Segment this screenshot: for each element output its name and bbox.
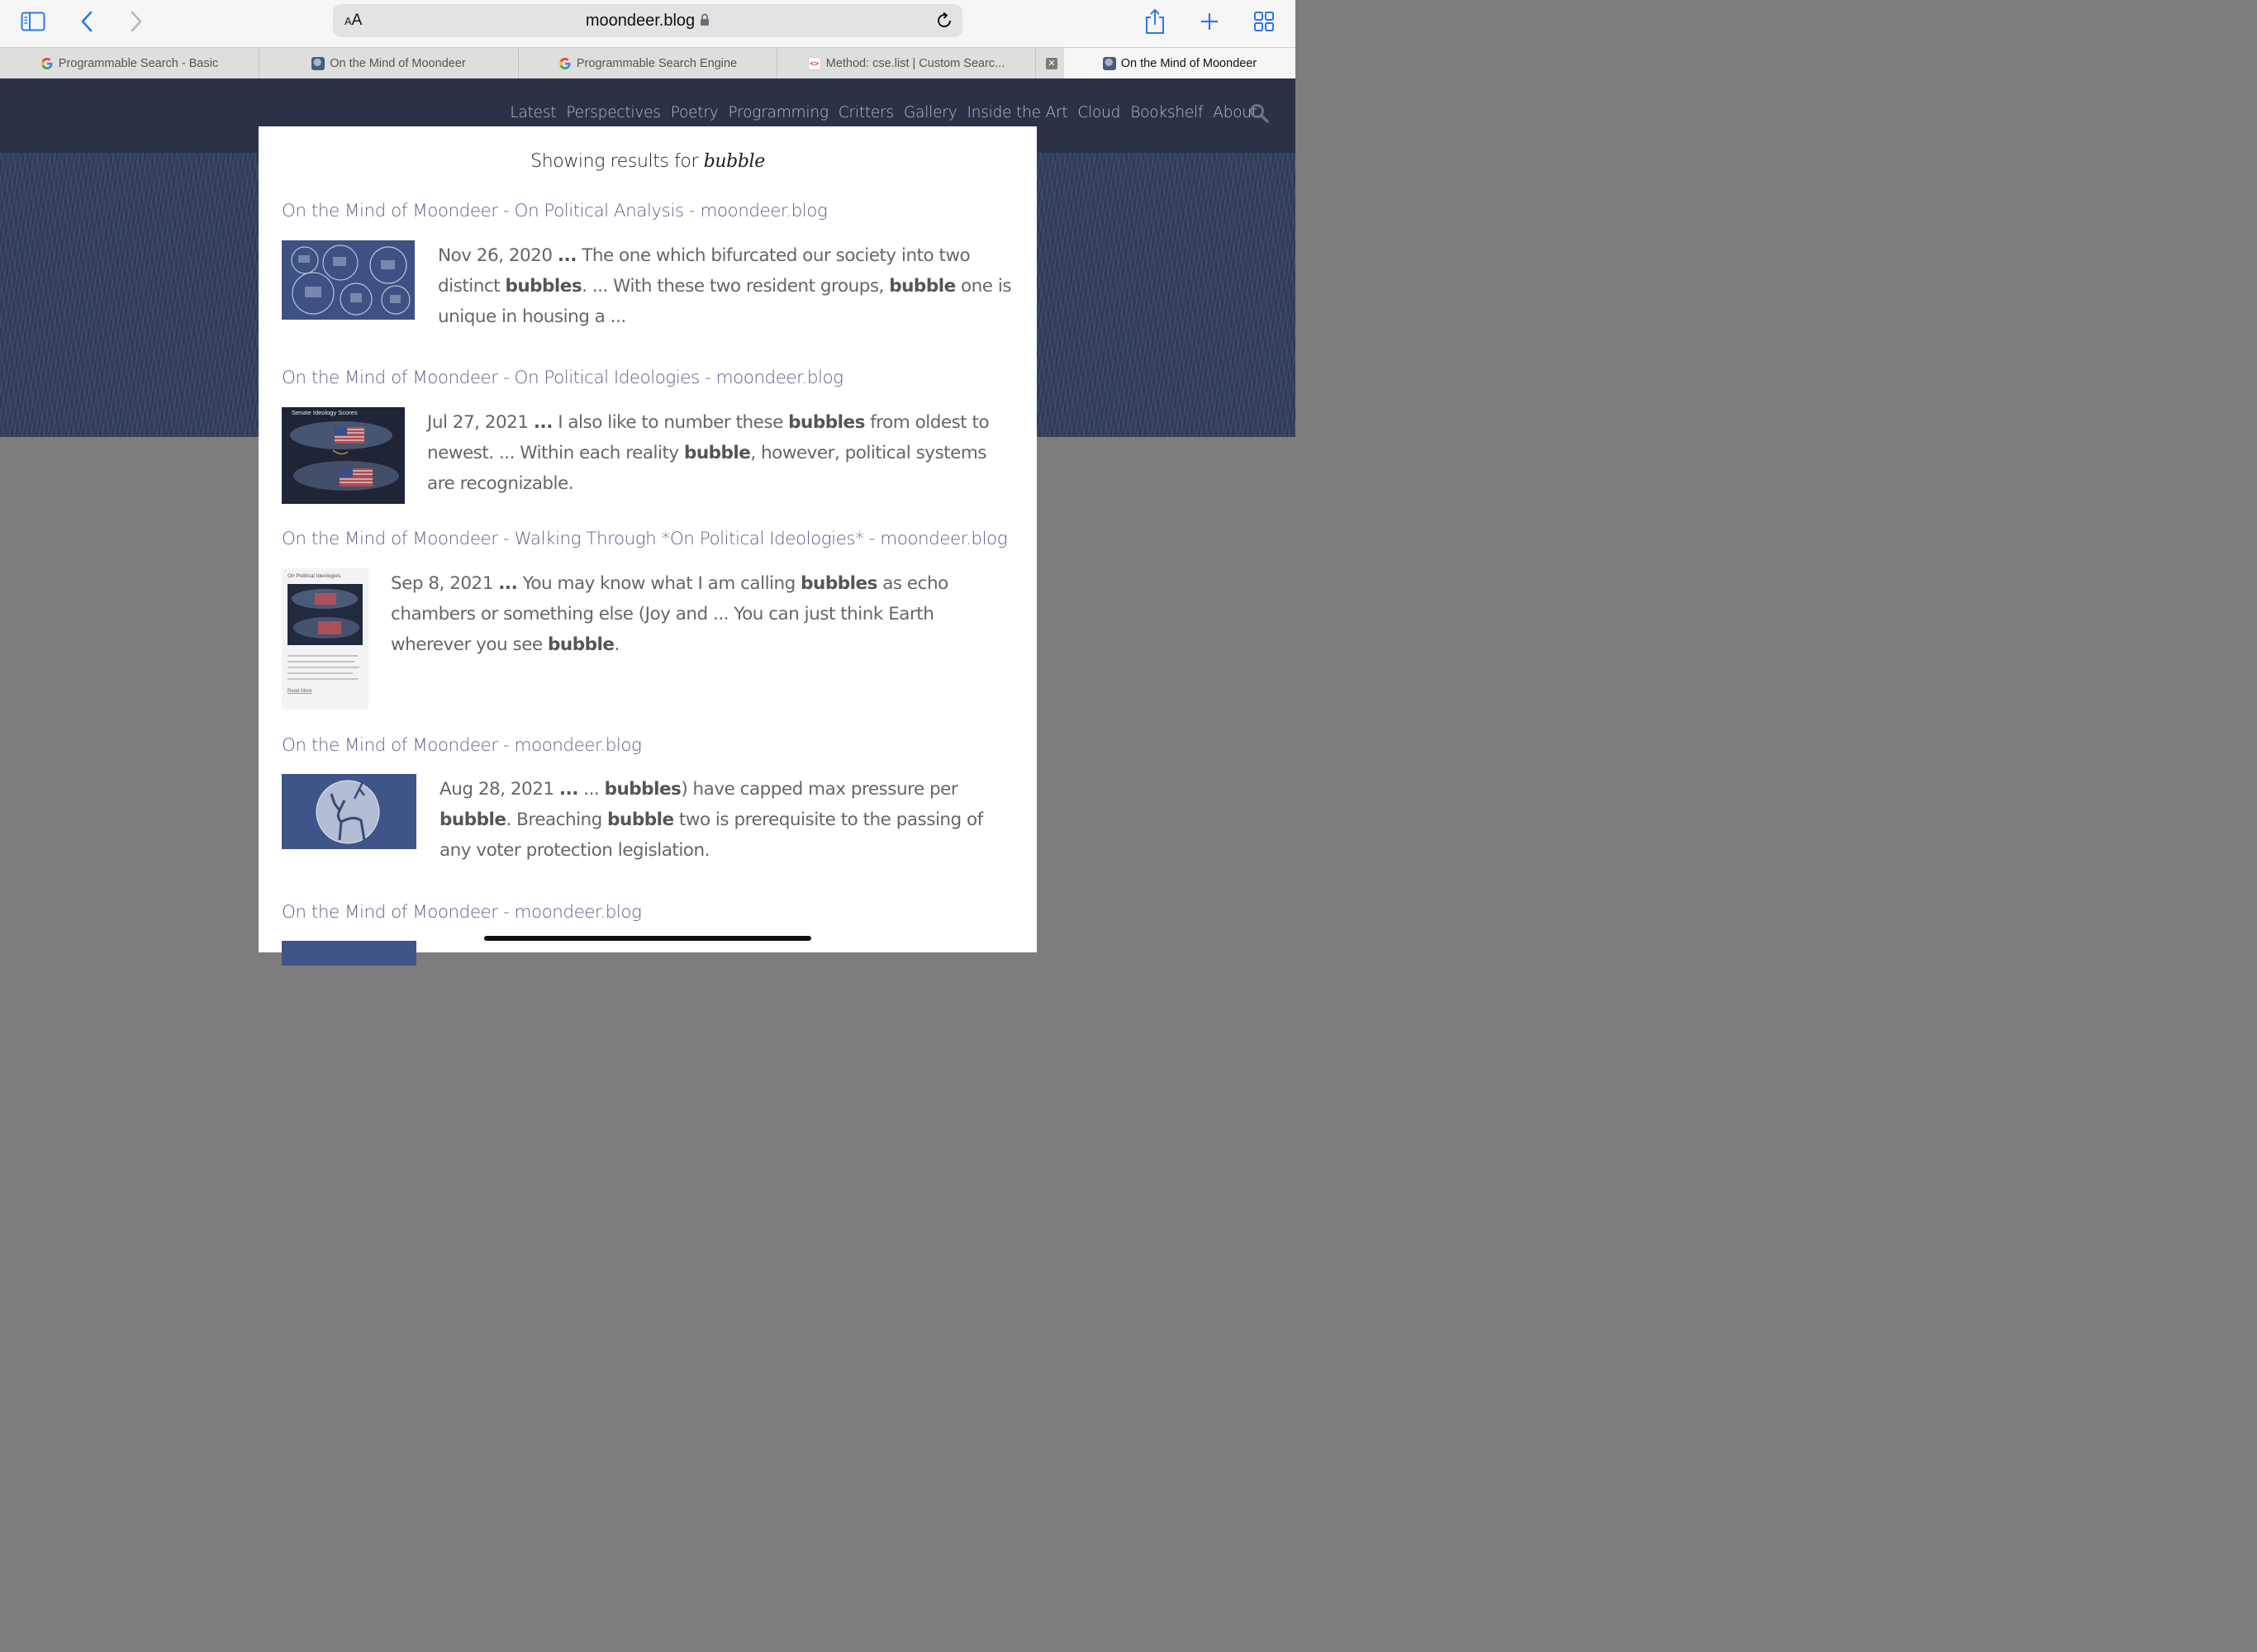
nav-cloud[interactable]: Cloud bbox=[1077, 104, 1120, 121]
tab-bar: Programmable Search - Basic On the Mind … bbox=[0, 47, 1295, 79]
snippet-highlight: ... bbox=[498, 573, 518, 594]
moondeer-icon bbox=[311, 57, 325, 70]
dev-docs-icon: <> bbox=[807, 57, 821, 70]
tab-moondeer-active[interactable]: On the Mind of Moondeer bbox=[1064, 48, 1295, 79]
result-title[interactable]: On the Mind of Moondeer - moondeer.blog bbox=[282, 735, 642, 756]
search-icon[interactable] bbox=[1249, 103, 1269, 127]
result-thumbnail[interactable]: On Political Ideologies Read More bbox=[282, 568, 368, 710]
close-tab-icon[interactable]: ✕ bbox=[1046, 58, 1057, 69]
snippet-text: Jul 27, 2021 bbox=[427, 412, 534, 433]
nav-bookshelf[interactable]: Bookshelf bbox=[1130, 104, 1203, 121]
thumb-read-more-link: Read More bbox=[287, 689, 312, 694]
snippet-highlight: bubble bbox=[548, 634, 615, 655]
result-title[interactable]: On the Mind of Moondeer - On Political A… bbox=[282, 201, 828, 221]
snippet-highlight: bubble bbox=[607, 809, 674, 830]
browser-toolbar: AA moondeer.blog bbox=[0, 0, 1295, 47]
share-icon[interactable] bbox=[1138, 7, 1171, 36]
snippet-text: . bbox=[614, 634, 620, 655]
site-nav: Latest Perspectives Poetry Programming C… bbox=[510, 104, 1257, 121]
result-thumbnail[interactable] bbox=[282, 941, 416, 966]
snippet-highlight: ... bbox=[557, 245, 577, 266]
home-indicator bbox=[484, 936, 811, 941]
nav-latest[interactable]: Latest bbox=[510, 104, 556, 121]
url-text: moondeer.blog bbox=[585, 12, 696, 30]
snippet-text: I also like to number these bbox=[552, 412, 789, 433]
result-snippet: Jul 27, 2021 ... I also like to number t… bbox=[427, 407, 1018, 499]
nav-programming[interactable]: Programming bbox=[729, 104, 829, 121]
google-g-icon bbox=[558, 57, 572, 70]
tab-programmable-search-engine[interactable]: Programmable Search Engine bbox=[519, 48, 777, 79]
sidebar-toggle-icon[interactable] bbox=[17, 7, 50, 36]
lock-icon bbox=[700, 12, 710, 31]
nav-gallery[interactable]: Gallery bbox=[904, 104, 957, 121]
back-icon[interactable] bbox=[70, 7, 103, 36]
snippet-text: You may know what I am calling bbox=[517, 573, 801, 594]
nav-perspectives[interactable]: Perspectives bbox=[566, 104, 661, 121]
nav-inside-the-art[interactable]: Inside the Art bbox=[967, 104, 1067, 121]
snippet-text: Sep 8, 2021 bbox=[391, 573, 499, 594]
snippet-text: Nov 26, 2020 bbox=[438, 245, 558, 266]
snippet-highlight: bubble bbox=[440, 809, 506, 830]
snippet-highlight: bubbles bbox=[788, 412, 865, 433]
snippet-highlight: ... bbox=[558, 779, 579, 800]
google-g-icon bbox=[40, 57, 54, 70]
snippet-text: . ... With these two resident groups, bbox=[582, 276, 890, 297]
snippet-highlight: bubbles bbox=[604, 779, 682, 800]
search-results-panel: Showing results for bubble On the Mind o… bbox=[259, 126, 1037, 966]
nav-critters[interactable]: Critters bbox=[839, 104, 894, 121]
snippet-highlight: bubbles bbox=[505, 276, 582, 297]
snippet-highlight: bubble bbox=[889, 276, 956, 297]
search-query: bubble bbox=[703, 151, 765, 172]
snippet-text: ) have capped max pressure per bbox=[681, 779, 958, 800]
tab-overview-icon[interactable] bbox=[1247, 7, 1281, 36]
tab-cse-list[interactable]: <> Method: cse.list | Custom Searc... bbox=[777, 48, 1036, 79]
result-snippet: Sep 8, 2021 ... You may know what I am c… bbox=[391, 568, 1019, 660]
snippet-text: ... bbox=[577, 779, 605, 800]
thumb-caption: On Political Ideologies bbox=[287, 573, 341, 579]
snippet-highlight: bubble bbox=[683, 443, 751, 463]
moondeer-icon bbox=[1102, 57, 1116, 70]
result-snippet: Aug 28, 2021 ... ... bubbles) have cappe… bbox=[440, 774, 1018, 866]
tab-moondeer-1[interactable]: On the Mind of Moondeer bbox=[259, 48, 519, 79]
reload-icon[interactable] bbox=[934, 11, 954, 35]
result-snippet: Nov 26, 2020 ... The one which bifurcate… bbox=[438, 240, 1016, 332]
new-tab-icon[interactable] bbox=[1193, 7, 1226, 36]
result-thumbnail[interactable] bbox=[282, 774, 416, 849]
result-title[interactable]: On the Mind of Moondeer - Walking Throug… bbox=[282, 529, 1008, 549]
forward-icon[interactable] bbox=[120, 7, 153, 36]
snippet-highlight: ... bbox=[533, 412, 554, 433]
result-title[interactable]: On the Mind of Moondeer - On Political I… bbox=[282, 368, 843, 388]
thumb-caption: Senate Ideology Scores bbox=[292, 409, 358, 416]
snippet-text: . Breaching bbox=[506, 809, 608, 830]
address-bar[interactable]: AA moondeer.blog bbox=[333, 4, 962, 37]
result-title[interactable]: On the Mind of Moondeer - moondeer.blog bbox=[282, 902, 642, 923]
results-heading: Showing results for bubble bbox=[530, 151, 765, 172]
nav-poetry[interactable]: Poetry bbox=[671, 104, 719, 121]
snippet-text: Aug 28, 2021 bbox=[440, 779, 559, 800]
tab-programmable-search-basic[interactable]: Programmable Search - Basic bbox=[0, 48, 259, 79]
snippet-highlight: bubbles bbox=[801, 573, 877, 594]
result-thumbnail[interactable]: Senate Ideology Scores bbox=[282, 407, 405, 504]
result-thumbnail[interactable] bbox=[282, 240, 415, 320]
